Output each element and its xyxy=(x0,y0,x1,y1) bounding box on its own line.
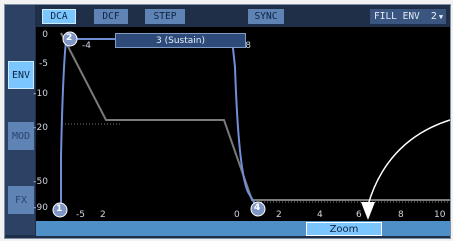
tab-dca[interactable]: DCA xyxy=(42,9,76,24)
y-tick: 0 xyxy=(42,30,48,40)
x-tick: 6 xyxy=(356,210,362,220)
fill-env-value: 2 xyxy=(430,11,437,22)
point-2-label: 2 xyxy=(66,33,73,43)
x-tick: 8 xyxy=(398,210,404,220)
envelope-graph[interactable]: 1 2 4 -4 -8 0 -5 -10 -20 -50 -90 -5 2 0 … xyxy=(33,27,450,221)
zoom-arrow-head-icon xyxy=(361,202,375,220)
tab-bar: DCA DCF STEP SYNC FILL ENV 2 ▼ xyxy=(35,9,450,27)
x-tick: 4 xyxy=(317,210,323,220)
point-1-label: 1 xyxy=(56,204,63,214)
chevron-down-icon: ▼ xyxy=(438,12,444,21)
point-2-value: -4 xyxy=(82,41,91,51)
fill-env-dropdown[interactable]: 2 ▼ xyxy=(428,9,446,24)
x-tick: 2 xyxy=(100,210,106,220)
x-tick: -5 xyxy=(76,210,85,220)
point-tooltip: 3 (Sustain) xyxy=(115,33,246,48)
y-tick: -50 xyxy=(33,177,48,187)
x-tick: 0 xyxy=(234,210,240,220)
zoom-button[interactable]: Zoom xyxy=(306,222,382,236)
zoom-arrow-icon xyxy=(367,119,450,206)
horizontal-scrollbar[interactable] xyxy=(36,221,450,236)
fill-env-label: FILL ENV xyxy=(370,9,428,24)
point-4-label: 4 xyxy=(254,203,261,213)
tab-sync[interactable]: SYNC xyxy=(248,9,284,24)
y-tick: -10 xyxy=(33,89,48,99)
active-envelope-curve xyxy=(60,38,259,210)
x-tick: 10 xyxy=(434,210,446,220)
y-tick: -20 xyxy=(33,123,48,133)
y-tick: -5 xyxy=(39,59,48,69)
x-tick: 2 xyxy=(276,210,282,220)
y-tick: -90 xyxy=(33,203,48,213)
tab-dcf[interactable]: DCF xyxy=(94,9,128,24)
inactive-envelope-curve xyxy=(60,32,450,201)
tab-step[interactable]: STEP xyxy=(145,9,185,24)
